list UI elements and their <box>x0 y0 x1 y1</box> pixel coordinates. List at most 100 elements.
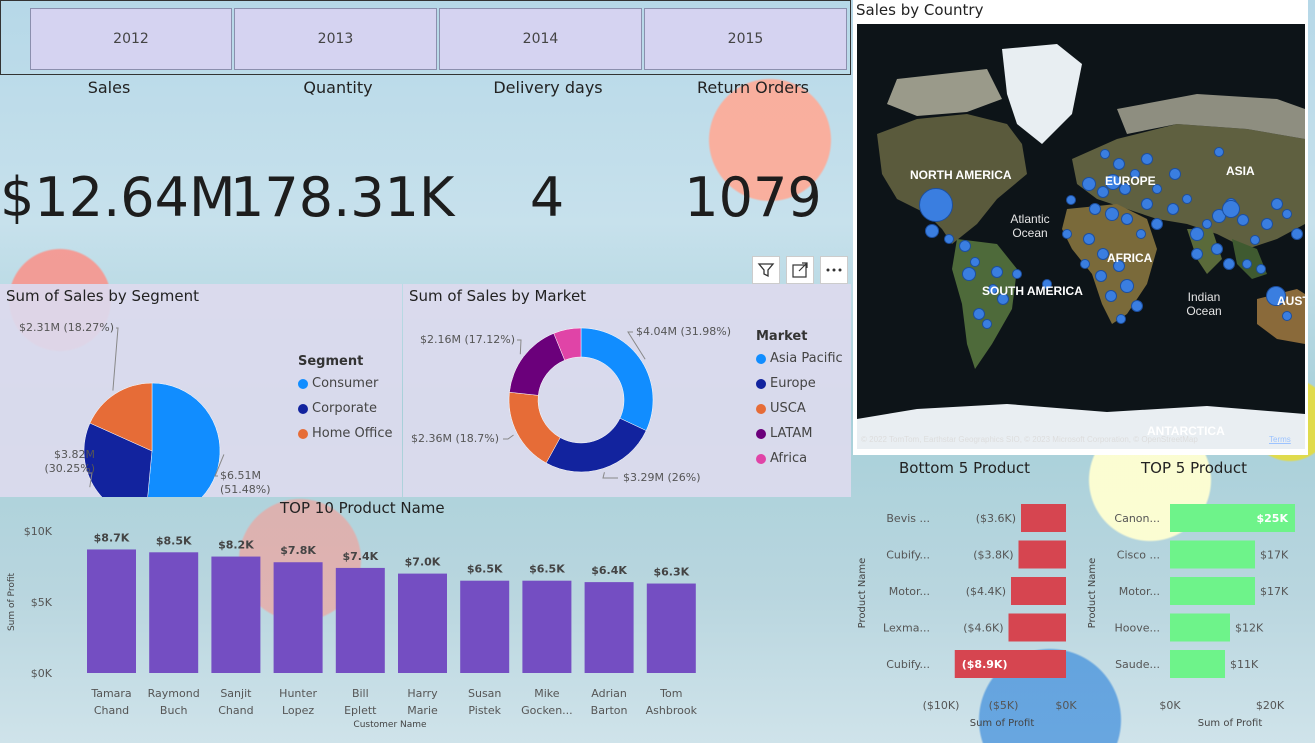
map-country-bubble[interactable] <box>959 240 971 252</box>
market-legend-item-usca[interactable]: USCA <box>756 396 843 421</box>
map-country-bubble[interactable] <box>1116 314 1126 324</box>
market-slice-latam[interactable] <box>509 333 566 396</box>
map-country-bubble[interactable] <box>1120 279 1134 293</box>
top10-bar-sanjit-chand[interactable] <box>211 556 261 673</box>
map-country-bubble[interactable] <box>1214 147 1224 157</box>
top10-bar-susan-pistek[interactable] <box>460 580 510 673</box>
top5-bar-2[interactable] <box>1170 577 1255 605</box>
focus-mode-icon[interactable] <box>786 256 814 284</box>
segment-legend-item-home-office[interactable]: Home Office <box>298 421 392 446</box>
segment-legend-item-corporate[interactable]: Corporate <box>298 396 392 421</box>
map-country-bubble[interactable] <box>1100 149 1110 159</box>
year-button-2013[interactable]: 2013 <box>234 8 437 70</box>
map-country-bubble[interactable] <box>1190 227 1204 241</box>
map-country-bubble[interactable] <box>970 257 980 267</box>
map-country-bubble[interactable] <box>1211 243 1223 255</box>
map-country-bubble[interactable] <box>1191 248 1203 260</box>
market-legend-marker <box>756 453 766 464</box>
top10-bar-hunter-lopez[interactable] <box>273 562 323 673</box>
map-country-bubble[interactable] <box>944 234 954 244</box>
map-label-north-america: NORTH AMERICA <box>910 168 1012 182</box>
map-country-bubble[interactable] <box>982 319 992 329</box>
map-country-bubble[interactable] <box>925 224 939 238</box>
top10-x-tick-label: Adrian <box>591 687 627 700</box>
map-country-bubble[interactable] <box>1113 158 1125 170</box>
top10-x-tick-label: Marie <box>407 704 438 717</box>
map-country-bubble[interactable] <box>1250 235 1260 245</box>
map-country-bubble[interactable] <box>1282 311 1292 321</box>
map-country-bubble[interactable] <box>1223 258 1235 270</box>
map-label-asia: ASIA <box>1226 164 1255 178</box>
map-terms-link[interactable]: Terms <box>1269 435 1291 444</box>
map-country-bubble[interactable] <box>1271 198 1283 210</box>
market-legend-item-africa[interactable]: Africa <box>756 446 843 471</box>
map-country-bubble[interactable] <box>1141 153 1153 165</box>
map-country-bubble[interactable] <box>1062 229 1072 239</box>
map-country-bubble[interactable] <box>1066 195 1076 205</box>
top10-bar-adrian-barton[interactable] <box>584 582 634 673</box>
year-button-2014[interactable]: 2014 <box>439 8 642 70</box>
top5-bar-4[interactable] <box>1170 650 1225 678</box>
bottom5-bar-3[interactable] <box>1008 613 1067 642</box>
segment-slice-consumer[interactable] <box>146 382 221 497</box>
filter-icon[interactable] <box>752 256 780 284</box>
map-country-bubble[interactable] <box>1237 214 1249 226</box>
top5-category-label: Motor... <box>1119 585 1160 598</box>
map-country-bubble[interactable] <box>1095 270 1107 282</box>
top10-bar-harry-marie[interactable] <box>398 573 447 673</box>
market-legend-item-asia-pacific[interactable]: Asia Pacific <box>756 346 843 371</box>
sales-by-country-map[interactable]: NORTH AMERICA EUROPE ASIA AFRICA SOUTH A… <box>857 24 1305 449</box>
map-country-bubble[interactable] <box>1082 177 1096 191</box>
map-country-bubble[interactable] <box>1105 290 1117 302</box>
top10-bar-mike-gocken[interactable] <box>522 580 572 673</box>
map-country-bubble[interactable] <box>991 266 1003 278</box>
map-country-bubble[interactable] <box>1121 213 1133 225</box>
market-legend-item-latam[interactable]: LATAM <box>756 421 843 446</box>
segment-legend-item-consumer[interactable]: Consumer <box>298 371 392 396</box>
bottom5-bar-1[interactable] <box>1018 540 1067 569</box>
market-legend-marker <box>756 378 766 389</box>
top10-bar-tom-ashbrook[interactable] <box>646 583 696 673</box>
map-country-bubble[interactable] <box>1222 200 1240 218</box>
top10-x-tick-label: Raymond <box>148 687 200 700</box>
top5-category-label: Hoove... <box>1115 622 1161 635</box>
top10-bar-raymond-buch[interactable] <box>149 552 199 673</box>
map-country-bubble[interactable] <box>1105 207 1119 221</box>
map-country-bubble[interactable] <box>962 267 976 281</box>
bottom5-bar-2[interactable] <box>1011 577 1066 605</box>
top10-bar-bill-eplett[interactable] <box>335 567 385 673</box>
top5-bar-1[interactable] <box>1170 540 1255 569</box>
map-country-bubble[interactable] <box>1141 198 1153 210</box>
top10-bar-tamara-chand[interactable] <box>87 549 136 673</box>
year-button-2015[interactable]: 2015 <box>644 8 847 70</box>
year-button-2012[interactable]: 2012 <box>30 8 232 70</box>
more-options-icon[interactable] <box>820 256 848 284</box>
segment-pie-panel: Sum of Sales by Segment $6.51M (51.48%) $3… <box>0 284 402 497</box>
map-country-bubble[interactable] <box>1169 168 1181 180</box>
market-slice-europe[interactable] <box>545 417 647 473</box>
market-legend-item-europe[interactable]: Europe <box>756 371 843 396</box>
map-country-bubble[interactable] <box>1182 194 1192 204</box>
segment-legend-marker <box>298 428 308 439</box>
top5-bar-3[interactable] <box>1170 613 1230 642</box>
market-slice-asia-pacific[interactable] <box>580 327 654 431</box>
map-country-bubble[interactable] <box>1167 203 1179 215</box>
bottom5-bar-0[interactable] <box>1021 504 1066 532</box>
map-country-bubble[interactable] <box>1151 218 1163 230</box>
bottom5-panel: Bottom 5 Product Bevis ... ($3.6K) Cubify.… <box>852 456 1079 743</box>
map-country-bubble[interactable] <box>1083 233 1095 245</box>
map-country-bubble[interactable] <box>1202 219 1212 229</box>
map-country-bubble[interactable] <box>1080 259 1090 269</box>
map-country-bubble[interactable] <box>1242 259 1252 269</box>
map-country-bubble[interactable] <box>1256 264 1266 274</box>
map-country-bubble[interactable] <box>1136 229 1146 239</box>
map-country-bubble[interactable] <box>1282 209 1292 219</box>
map-country-bubble[interactable] <box>1089 203 1101 215</box>
segment-legend-label: Home Office <box>312 426 393 441</box>
map-country-bubble[interactable] <box>1131 300 1143 312</box>
map-country-bubble[interactable] <box>1012 269 1022 279</box>
map-country-bubble[interactable] <box>919 188 953 222</box>
map-country-bubble[interactable] <box>1261 218 1273 230</box>
map-country-bubble[interactable] <box>1291 228 1303 240</box>
map-country-bubble[interactable] <box>973 308 985 320</box>
